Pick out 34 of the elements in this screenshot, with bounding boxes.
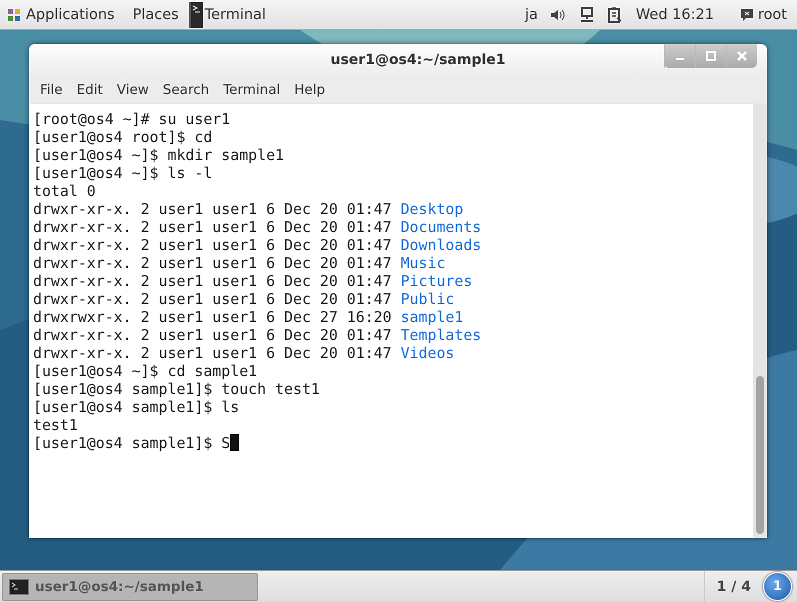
terminal-line: [user1@os4 sample1]$ touch test1 bbox=[33, 380, 321, 398]
app-menu[interactable]: Terminal bbox=[204, 6, 266, 22]
terminal-line: [user1@os4 sample1]$ S bbox=[33, 434, 753, 452]
places-menu[interactable]: Places bbox=[132, 6, 179, 22]
menu-item[interactable]: Edit bbox=[70, 82, 110, 98]
terminal-line: drwxrwxr-x. 2 user1 user1 6 Dec 27 16:20 sample1 bbox=[33, 308, 464, 326]
terminal-line: [user1@os4 sample1]$ ls bbox=[33, 398, 240, 416]
terminal-line: drwxr-xr-x. 2 user1 user1 6 Dec 20 01:47 Videos bbox=[33, 344, 456, 362]
terminal-line: total 0 bbox=[33, 182, 97, 200]
clock[interactable]: Wed 16:21 bbox=[636, 6, 714, 22]
terminal-line: [user1@os4 ~]$ mkdir sample1 bbox=[33, 146, 286, 164]
applications-menu[interactable]: Applications bbox=[26, 6, 115, 22]
user-menu[interactable]: root bbox=[758, 6, 787, 22]
workspace-indicator[interactable]: 1 / 4 bbox=[704, 571, 763, 602]
menu-item[interactable]: Help bbox=[287, 82, 332, 98]
terminal-line: drwxr-xr-x. 2 user1 user1 6 Dec 20 01:47 Music bbox=[33, 254, 446, 272]
menu-item[interactable]: Terminal bbox=[216, 82, 288, 98]
terminal-line: [root@os4 ~]# su user1 bbox=[33, 110, 232, 128]
input-method[interactable]: ja bbox=[524, 6, 538, 22]
terminal-line: drwxr-xr-x. 2 user1 user1 6 Dec 20 01:47 Downloads bbox=[33, 236, 482, 254]
terminal-line: drwxr-xr-x. 2 user1 user1 6 Dec 20 01:47 Desktop bbox=[33, 200, 464, 218]
window-title: user1@os4:~/sample1 bbox=[330, 52, 506, 68]
terminal-line: [user1@os4 ~]$ ls -l bbox=[33, 164, 214, 182]
terminal-line: drwxr-xr-x. 2 user1 user1 6 Dec 20 01:47 Public bbox=[33, 290, 456, 308]
terminal-line: test1 bbox=[33, 416, 79, 434]
terminal-line: drwxr-xr-x. 2 user1 user1 6 Dec 20 01:47 Pictures bbox=[33, 272, 474, 290]
terminal-line: drwxr-xr-x. 2 user1 user1 6 Dec 20 01:47 Documents bbox=[33, 218, 482, 236]
terminal-line: [user1@os4 root]$ cd bbox=[33, 128, 214, 146]
menu-item[interactable]: Search bbox=[156, 82, 216, 98]
taskbar-window-button[interactable]: user1@os4:~/sample1 bbox=[2, 572, 258, 600]
menu-item[interactable]: View bbox=[110, 82, 156, 98]
menu-item[interactable]: File bbox=[33, 82, 70, 98]
terminal-line: [user1@os4 ~]$ cd sample1 bbox=[33, 362, 258, 380]
terminal-line: drwxr-xr-x. 2 user1 user1 6 Dec 20 01:47 Templates bbox=[33, 326, 482, 344]
